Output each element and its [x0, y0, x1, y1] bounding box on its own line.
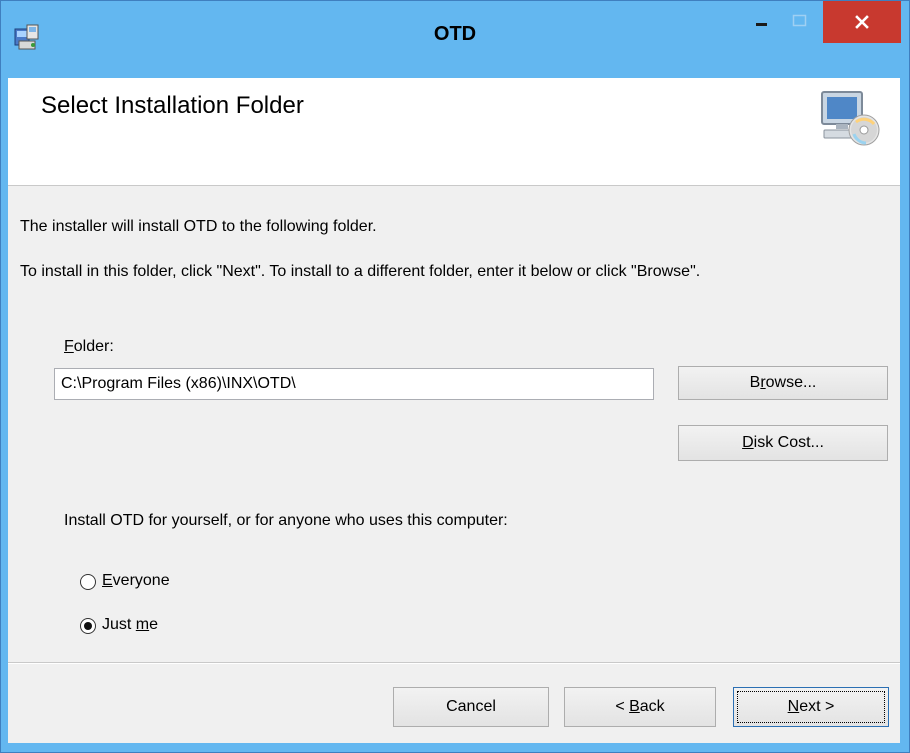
back-label-post: ack [639, 698, 665, 715]
minimize-icon [756, 23, 767, 26]
back-label-pre: < [615, 698, 630, 715]
close-icon [855, 15, 869, 29]
disk-cost-label: Disk Cost... [742, 434, 824, 452]
computer-cd-icon [821, 91, 880, 146]
maximize-button[interactable] [783, 1, 817, 41]
everyone-label-rest: veryone [112, 572, 170, 589]
cancel-button[interactable]: Cancel [393, 687, 549, 727]
radio-selected-dot [84, 622, 92, 630]
radio-just-me[interactable] [80, 618, 96, 634]
browse-label-pre: B [749, 374, 761, 391]
folder-label-rest: older: [73, 338, 114, 355]
intro-text: The installer will install OTD to the fo… [20, 218, 377, 235]
everyone-label[interactable]: Everyone [102, 572, 170, 590]
just-me-label-post: e [149, 616, 159, 633]
radio-everyone[interactable] [80, 574, 96, 590]
browse-label-post: owse... [765, 374, 817, 391]
browse-label: Browse... [750, 374, 817, 392]
page-title: Select Installation Folder [41, 92, 304, 119]
just-me-label[interactable]: Just me [102, 616, 158, 634]
next-button[interactable]: Next > [733, 687, 889, 727]
disk-cost-button[interactable]: Disk Cost... [678, 425, 888, 461]
back-label: < Back [615, 698, 664, 716]
disk-cost-label-post: isk Cost... [753, 434, 824, 451]
folder-label-mnemonic: F [64, 338, 74, 355]
cancel-label: Cancel [446, 698, 496, 715]
maximize-icon [792, 14, 807, 27]
minimize-button[interactable] [745, 1, 779, 41]
folder-label: Folder: [64, 338, 114, 356]
focus-rectangle [737, 691, 885, 723]
title-bar[interactable]: OTD [1, 1, 909, 79]
install-for-text: Install OTD for yourself, or for anyone … [64, 512, 508, 529]
just-me-label-pre: Just [102, 616, 136, 633]
disk-cost-label-mnemonic: D [742, 434, 754, 451]
instructions-text: To install in this folder, click "Next".… [20, 263, 701, 280]
footer-divider-highlight [8, 663, 900, 664]
back-button[interactable]: < Back [564, 687, 716, 727]
back-label-mnemonic: B [629, 698, 640, 715]
just-me-label-mnemonic: m [135, 616, 150, 633]
header-panel: Select Installation Folder [8, 78, 900, 186]
browse-button[interactable]: Browse... [678, 366, 888, 400]
everyone-label-mnemonic: E [102, 572, 113, 589]
folder-path-input[interactable] [54, 368, 654, 400]
close-button[interactable] [823, 1, 901, 43]
